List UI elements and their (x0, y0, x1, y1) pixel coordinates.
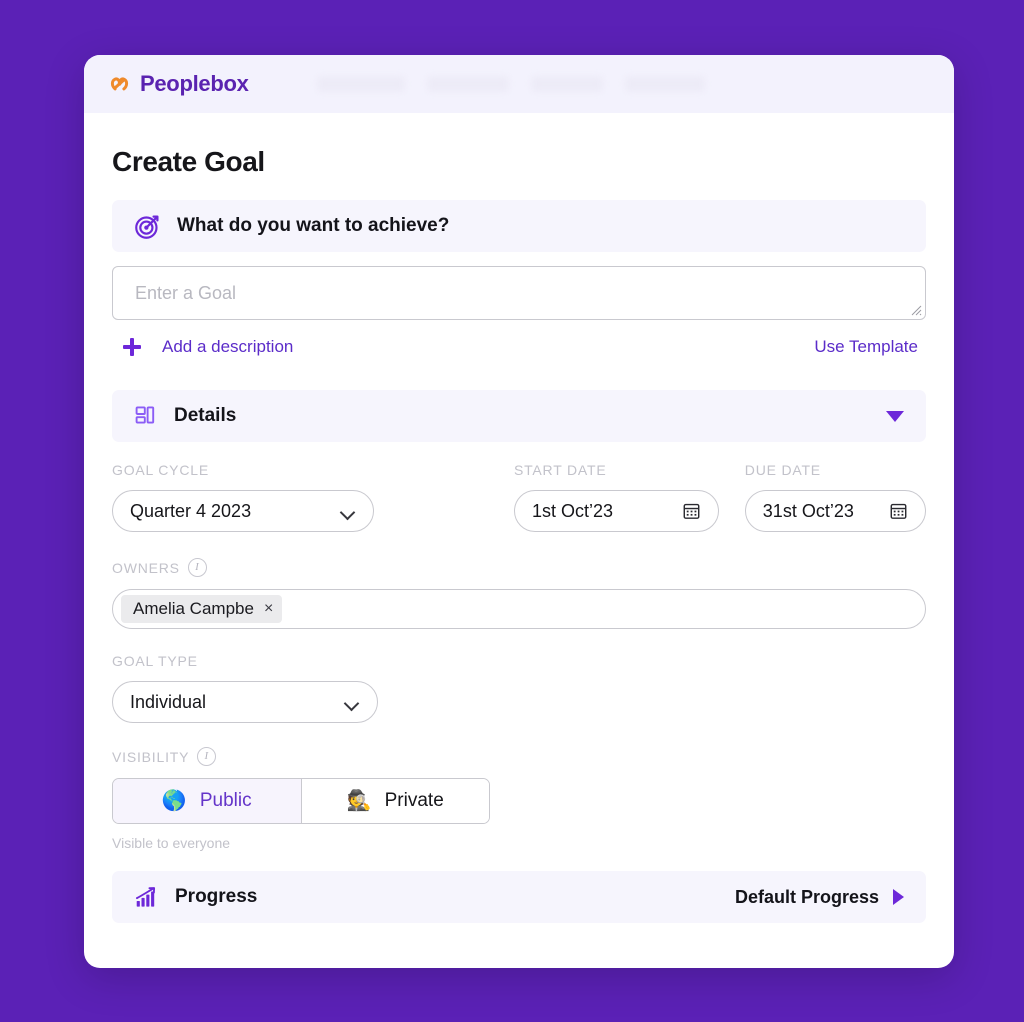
progress-section-label: Progress (175, 886, 258, 907)
resize-grip-icon[interactable] (908, 302, 922, 316)
start-date-value: 1st Oct’23 (531, 500, 613, 521)
dates-row: GOAL CYCLE Quarter 4 2023 START DATE 1st… (112, 462, 926, 532)
owners-label: OWNERS i (112, 558, 926, 577)
owners-label-text: OWNERS (112, 559, 180, 576)
info-icon[interactable]: i (187, 558, 207, 577)
use-template-button[interactable]: Use Template (814, 337, 918, 357)
due-date-label: DUE DATE (745, 462, 926, 478)
chevron-down-icon (345, 698, 360, 707)
visibility-label: VISIBILITY i (112, 747, 926, 766)
achieve-section-bar: What do you want to achieve? (112, 200, 926, 252)
page-title: Create Goal (112, 146, 265, 177)
app-header: Peoplebox (84, 55, 954, 113)
peoplebox-logo-icon (110, 77, 129, 90)
chevron-down-icon[interactable] (886, 410, 904, 422)
calendar-icon[interactable] (889, 501, 908, 521)
chevron-down-icon (341, 507, 356, 516)
brand-name: Peoplebox (140, 71, 249, 96)
visibility-public-label: Public (199, 790, 252, 811)
goal-type-label-text: GOAL TYPE (112, 653, 198, 669)
goal-type-select[interactable]: Individual (112, 681, 378, 723)
layout-dashboard-icon (135, 406, 155, 424)
visibility-toggle-group: 🌎 Public 🕵 Private (112, 778, 490, 824)
nav-placeholder-item[interactable] (624, 76, 705, 92)
progress-section-bar[interactable]: Progress Default Progress (112, 871, 926, 923)
visibility-private-label: Private (384, 790, 444, 811)
details-section-bar[interactable]: Details (112, 390, 926, 442)
globe-icon: 🌎 (161, 790, 187, 812)
goal-input[interactable]: Enter a Goal (112, 266, 926, 320)
goal-cycle-value: Quarter 4 2023 (130, 500, 252, 521)
calendar-icon[interactable] (682, 501, 701, 521)
owners-input[interactable]: Amelia Campbe × (112, 589, 926, 629)
card-body: Create Goal What do you want to achieve?… (84, 146, 954, 923)
goal-input-placeholder: Enter a Goal (135, 282, 237, 303)
brand-logo[interactable]: Peoplebox (108, 71, 249, 97)
nav-placeholder-group (316, 76, 705, 92)
details-section-label: Details (174, 405, 237, 426)
target-icon (135, 214, 159, 239)
visibility-hint: Visible to everyone (112, 835, 231, 851)
nav-placeholder-item[interactable] (530, 76, 603, 92)
progress-value-label: Default Progress (734, 886, 879, 907)
bar-chart-growth-icon (135, 886, 156, 907)
description-row: Add a description Use Template (112, 326, 926, 368)
goal-type-label: GOAL TYPE (112, 653, 926, 669)
start-date-label-text: START DATE (513, 462, 607, 478)
achieve-section-label: What do you want to achieve? (177, 215, 450, 236)
due-date-input[interactable]: 31st Oct’23 (744, 490, 926, 532)
chevron-right-icon[interactable] (893, 889, 904, 905)
start-date-input[interactable]: 1st Oct’23 (513, 490, 719, 532)
info-icon[interactable]: i (197, 747, 217, 766)
goal-cycle-label: GOAL CYCLE (112, 462, 374, 478)
nav-placeholder-item[interactable] (316, 76, 405, 92)
create-goal-card: Peoplebox Create Goal What do you want t… (84, 55, 954, 968)
visibility-option-private[interactable]: 🕵 Private (301, 779, 489, 823)
goal-cycle-field: GOAL CYCLE Quarter 4 2023 (112, 462, 374, 532)
close-icon[interactable]: × (264, 601, 273, 617)
add-description-button[interactable]: Add a description (162, 337, 293, 357)
start-date-label: START DATE (514, 462, 719, 478)
goal-cycle-select[interactable]: Quarter 4 2023 (112, 490, 374, 532)
owners-field: OWNERS i Amelia Campbe × (112, 558, 926, 629)
plus-icon[interactable] (120, 335, 144, 359)
due-date-field: DUE DATE 31st Oct’23 (744, 462, 926, 532)
screenshot-stage: Peoplebox Create Goal What do you want t… (0, 0, 1024, 1022)
goal-cycle-label-text: GOAL CYCLE (112, 462, 209, 478)
owner-chip-name: Amelia Campbe (133, 599, 254, 618)
spy-icon: 🕵 (346, 790, 372, 812)
visibility-field: VISIBILITY i 🌎 Public 🕵 Private Visible … (112, 747, 926, 851)
visibility-option-public[interactable]: 🌎 Public (113, 779, 302, 823)
due-date-value: 31st Oct’23 (762, 500, 854, 521)
goal-type-value: Individual (130, 691, 207, 712)
visibility-label-text: VISIBILITY (112, 748, 190, 765)
goal-type-field: GOAL TYPE Individual (112, 653, 926, 723)
nav-placeholder-item[interactable] (426, 76, 509, 92)
due-date-label-text: DUE DATE (744, 462, 821, 478)
start-date-field: START DATE 1st Oct’23 (513, 462, 719, 532)
owner-chip[interactable]: Amelia Campbe × (121, 595, 283, 623)
